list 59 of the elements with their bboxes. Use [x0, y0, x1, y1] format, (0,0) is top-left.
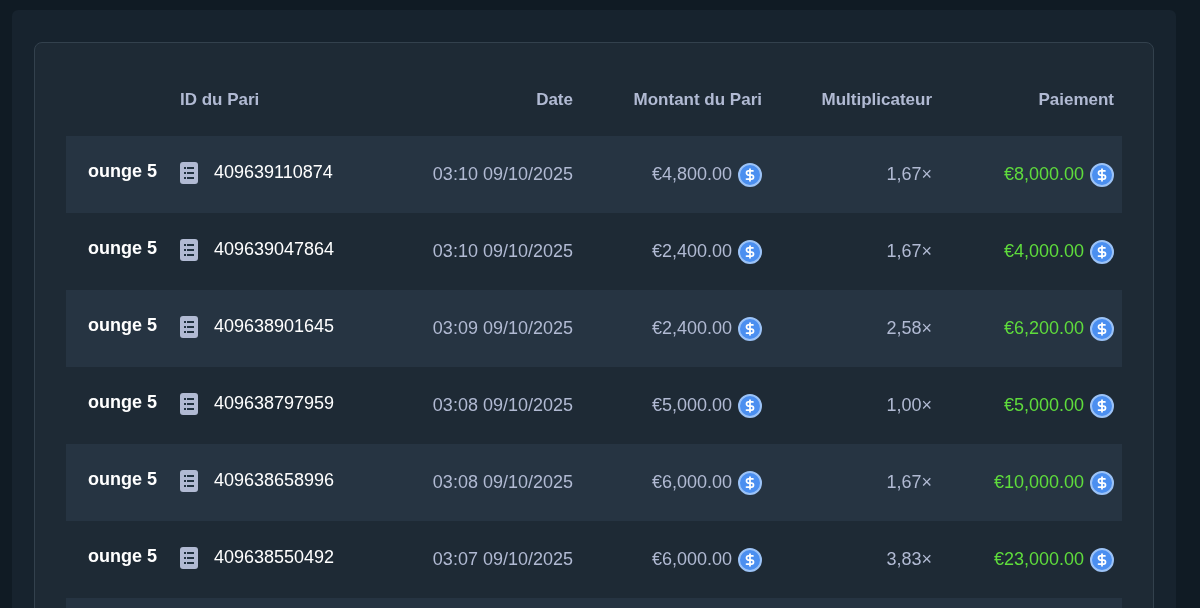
- column-header: ID du Pari: [180, 89, 260, 109]
- coin-icon: [1090, 470, 1114, 495]
- multiplier: 3,83×: [886, 549, 932, 569]
- bet-date: 03:09 09/10/2025: [432, 318, 573, 338]
- column-header: Date: [536, 89, 573, 109]
- payout-amount: €23,000.00: [993, 548, 1084, 571]
- multiplier: 2,58×: [886, 318, 932, 338]
- bet-amount: €5,000.00: [651, 394, 732, 417]
- bet-amount: €2,400.00: [651, 240, 732, 263]
- game-name: ounge 5: [88, 161, 157, 181]
- coin-icon: [738, 393, 762, 418]
- bet-date: 03:10 09/10/2025: [432, 241, 573, 261]
- bet-id[interactable]: 409638797959: [214, 390, 335, 417]
- bet-date: 03:07 09/10/2025: [432, 549, 573, 569]
- coin-icon: [1090, 393, 1114, 418]
- multiplier: 1,00×: [886, 395, 932, 415]
- document-icon: [180, 161, 198, 184]
- coin-icon: [738, 316, 762, 341]
- payout-amount: €5,000.00: [1003, 394, 1084, 417]
- payout-amount: €6,200.00: [1003, 317, 1084, 340]
- game-name: ounge 5: [88, 546, 157, 566]
- bet-amount: €4,800.00: [651, 163, 732, 186]
- game-name: ounge 5: [88, 392, 157, 412]
- coin-icon: [1090, 162, 1114, 187]
- multiplier: 1,67×: [886, 472, 932, 492]
- coin-icon: [1090, 547, 1114, 572]
- document-icon: [180, 315, 198, 338]
- payout-amount: €10,000.00: [993, 471, 1084, 494]
- coin-icon: [738, 162, 762, 187]
- multiplier: 1,67×: [886, 164, 932, 184]
- game-name: ounge 5: [88, 238, 157, 258]
- bet-id[interactable]: 409638901645: [214, 313, 335, 340]
- payout-amount: €4,000.00: [1003, 240, 1084, 263]
- payout-amount: €8,000.00: [1003, 163, 1084, 186]
- bet-id[interactable]: 409639047864: [214, 236, 335, 263]
- bet-date: 03:08 09/10/2025: [432, 395, 573, 415]
- document-icon: [180, 392, 198, 415]
- bet-date: 03:10 09/10/2025: [432, 164, 573, 184]
- coin-icon: [1090, 316, 1114, 341]
- column-header: Montant du Pari: [633, 89, 762, 109]
- game-name: ounge 5: [88, 469, 157, 489]
- document-icon: [180, 546, 198, 569]
- document-icon: [180, 238, 198, 261]
- multiplier: 1,67×: [886, 241, 932, 261]
- coin-icon: [738, 547, 762, 572]
- bet-amount: €6,000.00: [651, 471, 732, 494]
- coin-icon: [1090, 239, 1114, 264]
- bet-amount: €6,000.00: [651, 548, 732, 571]
- coin-icon: [738, 239, 762, 264]
- bet-id[interactable]: 409638658996: [214, 467, 335, 494]
- bet-id[interactable]: 409638550492: [214, 544, 335, 571]
- column-header: Paiement: [1038, 89, 1114, 109]
- document-icon: [180, 469, 198, 492]
- bet-id[interactable]: 409639110874: [214, 159, 333, 186]
- game-name: ounge 5: [88, 315, 157, 335]
- bet-amount: €2,400.00: [651, 317, 732, 340]
- column-header: Multiplicateur: [821, 89, 932, 109]
- coin-icon: [738, 470, 762, 495]
- bet-date: 03:08 09/10/2025: [432, 472, 573, 492]
